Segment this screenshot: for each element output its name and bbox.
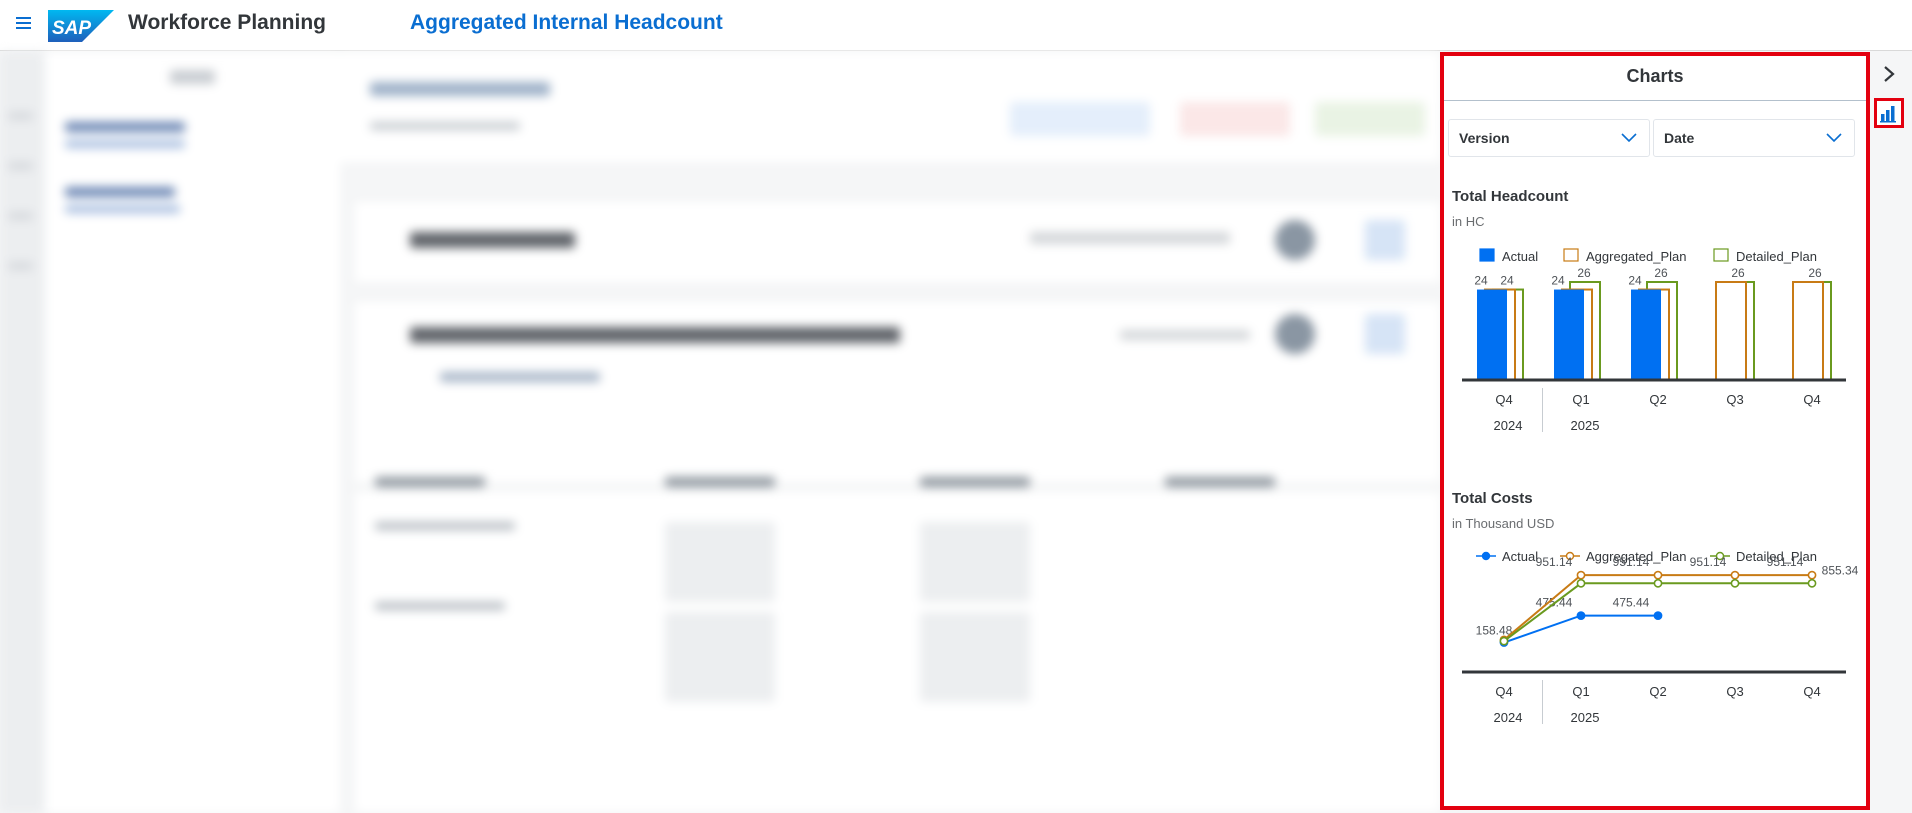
point-detailed-plan [1807, 578, 1817, 588]
blurred-background-content [0, 52, 1440, 813]
point-data-label: 951.14 [1690, 555, 1727, 569]
point-detailed-plan [1653, 578, 1663, 588]
x-tick-label: Q4 [1803, 684, 1820, 699]
legend-label: Aggregated_Plan [1586, 249, 1686, 264]
point-detailed-plan [1576, 578, 1586, 588]
x-tick-label: Q1 [1572, 684, 1589, 699]
point-data-label: 951.14 [1767, 555, 1804, 569]
headcount-chart: Actual Aggregated_Plan Detailed_Plan 24 24 24… [1462, 248, 1846, 432]
app-title: Workforce Planning [128, 11, 326, 34]
bar-actual [1554, 289, 1584, 380]
point-aggregated-plan [1730, 570, 1740, 580]
x-tick-label: Q2 [1649, 684, 1666, 699]
bar-aggregated-plan [1792, 281, 1824, 381]
bar-data-label: 24 [1551, 274, 1565, 288]
legend-swatch [1563, 248, 1579, 262]
svg-text:SAP: SAP [52, 18, 91, 39]
legend-marker [1481, 551, 1491, 561]
costs-chart-subtitle: in Thousand USD [1452, 516, 1555, 531]
bar-chart-icon [1880, 106, 1896, 123]
point-detailed-plan [1499, 636, 1509, 646]
bar-data-label: 26 [1808, 266, 1822, 280]
bar-data-label: 24 [1628, 274, 1642, 288]
bar-data-label: 24 [1500, 274, 1514, 288]
shell-bar: SAP Workforce Planning Aggregated Intern… [0, 0, 1912, 51]
legend-label: Actual [1502, 249, 1538, 264]
x-tick-label: Q3 [1726, 392, 1743, 407]
point-aggregated-plan [1576, 570, 1586, 580]
point-actual [1653, 611, 1663, 620]
version-select[interactable]: Version [1448, 119, 1650, 157]
bar-data-label: 26 [1654, 266, 1668, 280]
point-data-label: 855.34 [1822, 563, 1859, 577]
x-tick-label: Q4 [1495, 392, 1512, 407]
costs-chart: Actual Aggregated_Plan Detailed_Plan158.48… [1462, 549, 1859, 725]
sap-logo[interactable]: SAP [48, 10, 114, 42]
x-tick-label: Q3 [1726, 684, 1743, 699]
year-label: 2024 [1494, 418, 1523, 432]
year-label: 2025 [1571, 710, 1600, 725]
point-aggregated-plan [1807, 570, 1817, 580]
legend-swatch [1479, 248, 1495, 262]
year-label: 2025 [1571, 418, 1600, 432]
menu-icon[interactable] [12, 12, 34, 34]
chevron-right-icon[interactable] [1878, 62, 1900, 86]
x-tick-label: Q4 [1495, 684, 1512, 699]
bar-actual [1631, 289, 1661, 380]
charts-panel: Charts Version Date Total Headcount in H… [1440, 52, 1870, 810]
legend-label: Actual [1502, 549, 1538, 564]
point-data-label: 951.14 [1613, 555, 1650, 569]
point-detailed-plan [1730, 578, 1740, 588]
x-tick-label: Q4 [1803, 392, 1820, 407]
point-data-label: 158.48 [1476, 624, 1513, 638]
bar-data-label: 26 [1731, 266, 1745, 280]
version-select-label: Version [1459, 130, 1510, 146]
bar-data-label: 24 [1474, 274, 1488, 288]
year-label: 2024 [1494, 710, 1523, 725]
point-aggregated-plan [1653, 570, 1663, 580]
date-select-label: Date [1664, 130, 1695, 146]
charts-panel-title: Charts [1626, 66, 1684, 86]
charts-panel-header: Charts [1444, 56, 1866, 101]
x-tick-label: Q2 [1649, 392, 1666, 407]
bar-actual [1477, 289, 1507, 380]
costs-chart-title: Total Costs [1452, 490, 1533, 507]
point-data-label: 951.14 [1536, 555, 1573, 569]
chevron-down-icon [1826, 133, 1842, 143]
bar-aggregated-plan [1715, 281, 1747, 381]
legend-label: Detailed_Plan [1736, 249, 1817, 264]
charts-toggle-button[interactable] [1874, 98, 1904, 128]
x-tick-label: Q1 [1572, 392, 1589, 407]
point-actual [1576, 611, 1586, 620]
date-select[interactable]: Date [1653, 119, 1855, 157]
chevron-down-icon [1621, 133, 1637, 143]
page-title: Aggregated Internal Headcount [410, 11, 723, 34]
point-data-label: 475.44 [1613, 596, 1650, 610]
legend-swatch [1713, 248, 1729, 262]
bar-data-label: 26 [1577, 266, 1591, 280]
headcount-chart-title: Total Headcount [1452, 188, 1569, 205]
headcount-chart-subtitle: in HC [1452, 214, 1485, 229]
